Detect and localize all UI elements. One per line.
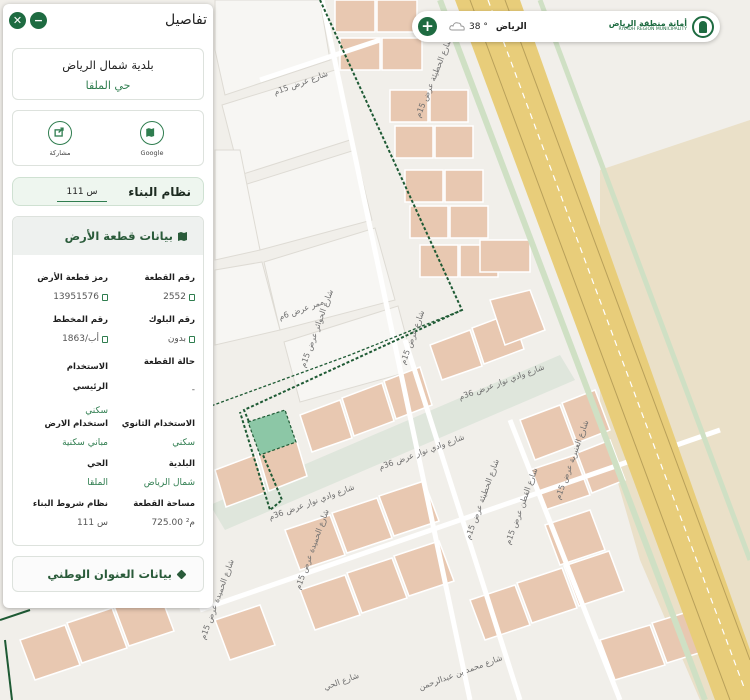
weather-widget: 38 ° الرياض [449, 22, 527, 32]
field-label: حالة القطعة [143, 357, 195, 367]
field-plot-code: رمز قطعة الأرض 13951576 [23, 273, 108, 302]
field-label: الاستخدام الثانوي [121, 419, 195, 429]
google-label: Google [140, 149, 164, 157]
share-icon [48, 121, 72, 145]
field-plot-status: حالة القطعة - [110, 357, 195, 395]
top-bar: + 38 ° الرياض أمانة منطقة الرياض RIYADH … [412, 11, 720, 42]
field-value: سكني [85, 406, 108, 416]
field-value: الملقا [87, 478, 108, 488]
copy-icon[interactable] [102, 335, 108, 343]
seal-icon [692, 15, 714, 38]
building-system-select[interactable]: س 111 [57, 187, 107, 202]
plot-data-section: بيانات قطعة الأرض رقم القطعة 2552 رمز قط… [12, 216, 204, 546]
share-label: مشاركة [49, 149, 71, 157]
field-value: س 111 [76, 518, 108, 528]
map-icon [178, 232, 187, 241]
temperature: 38 ° [469, 21, 488, 32]
actions-card: مشاركة Google [12, 110, 204, 166]
plot-data-header[interactable]: بيانات قطعة الأرض [13, 217, 203, 255]
tag-icon [176, 569, 187, 579]
field-municipality: البلدية شمال الرياض [110, 459, 195, 488]
field-value: مباني سكنية [62, 438, 108, 448]
field-plan-number: رقم المخطط 1863/أب [23, 315, 108, 344]
field-label: رقم البلوك [148, 315, 195, 325]
field-value: شمال الرياض [143, 478, 195, 488]
share-button[interactable]: مشاركة [40, 121, 80, 157]
building-system-label: نظام البناء [128, 185, 191, 199]
national-address-section[interactable]: بيانات العنوان الوطني [12, 556, 204, 592]
field-value: - [191, 385, 195, 395]
field-main-use: الاستخدام الرئيسي سكني [23, 357, 108, 416]
copy-icon[interactable] [189, 335, 195, 343]
google-button[interactable]: Google [132, 121, 172, 157]
field-value: 13951576 [53, 292, 99, 302]
building-system-card: س 111 نظام البناء [12, 177, 204, 206]
field-secondary-use: الاستخدام الثانوي سكني [110, 419, 195, 448]
add-button[interactable]: + [418, 17, 437, 36]
plot-data-title: بيانات قطعة الأرض [64, 229, 173, 243]
field-label: نظام شروط البناء [32, 499, 108, 509]
field-value: 725.00 م² [151, 518, 195, 528]
field-area: مساحة القطعة 725.00 م² [110, 499, 195, 528]
field-value: 2552 [163, 292, 186, 302]
details-panel: ✕ − تفاصيل بلدية شمال الرياض حي الملقا م… [3, 4, 213, 608]
national-address-title: بيانات العنوان الوطني [47, 567, 172, 581]
close-icon[interactable]: ✕ [9, 11, 26, 29]
logo-english: RIYADH REGION MUNICIPALITY [618, 27, 687, 33]
panel-title: تفاصيل [165, 12, 207, 28]
copy-icon[interactable] [189, 293, 195, 301]
field-block-number: رقم البلوك بدون [110, 315, 195, 344]
field-label: رقم القطعة [144, 273, 195, 283]
google-map-icon [140, 121, 164, 145]
city-name: الرياض [495, 21, 527, 32]
location-card: بلدية شمال الرياض حي الملقا [12, 48, 204, 100]
field-value: بدون [167, 334, 186, 344]
field-label: استخدام الارض [44, 419, 108, 429]
field-label: الحي [87, 459, 108, 469]
field-label: رمز قطعة الأرض [37, 273, 108, 283]
district-link[interactable]: حي الملقا [13, 79, 203, 92]
field-district: الحي الملقا [23, 459, 108, 488]
field-value: سكني [172, 438, 195, 448]
field-value: 1863/أب [62, 334, 99, 344]
field-label: البلدية [168, 459, 195, 469]
field-label: مساحة القطعة [133, 499, 195, 509]
cloud-icon [449, 22, 465, 31]
municipality-name: بلدية شمال الرياض [62, 58, 154, 72]
field-label: رقم المخطط [52, 315, 108, 325]
field-build-conditions: نظام شروط البناء س 111 [23, 499, 108, 528]
field-label: الاستخدام الرئيسي [66, 362, 108, 392]
municipality-logo: أمانة منطقة الرياض RIYADH REGION MUNICIP… [609, 15, 714, 38]
field-plot-number: رقم القطعة 2552 [110, 273, 195, 302]
panel-header: ✕ − تفاصيل [3, 4, 213, 36]
minimize-icon[interactable]: − [30, 11, 47, 29]
field-land-use: استخدام الارض مباني سكنية [23, 419, 108, 448]
copy-icon[interactable] [102, 293, 108, 301]
